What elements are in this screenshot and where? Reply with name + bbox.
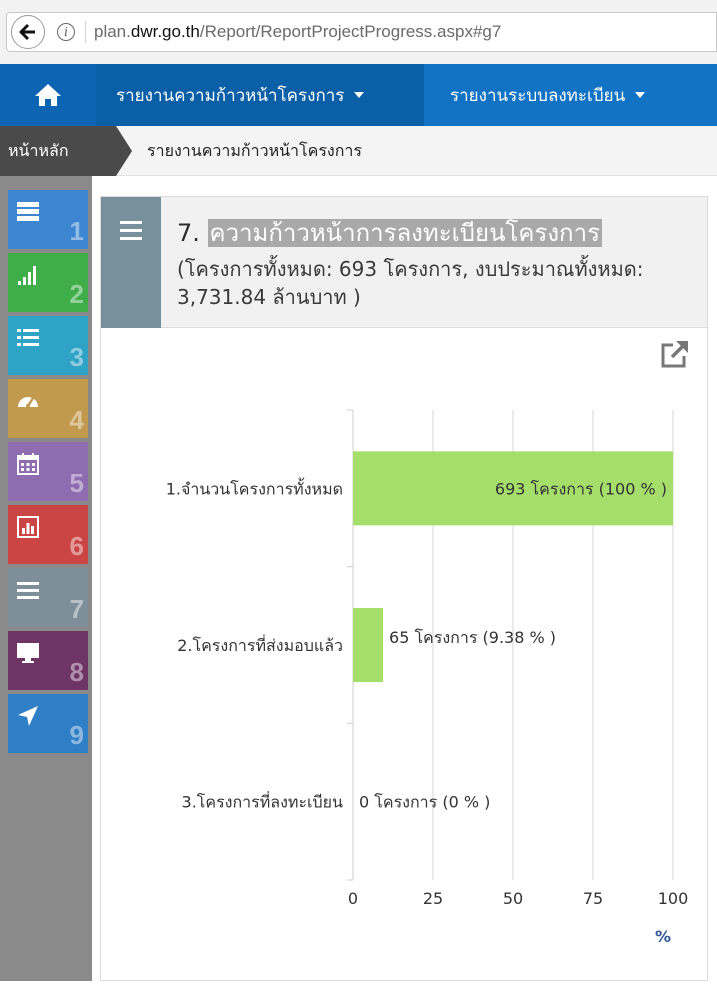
progress-chart: 1.จำนวนโครงการทั้งหมด 693 โครงการ (100 % … bbox=[100, 330, 708, 981]
data-label: 0 โครงการ (0 % ) bbox=[359, 793, 490, 812]
bar bbox=[353, 608, 384, 682]
nav-project-progress-label: รายงานความก้าวหน้าโครงการ bbox=[116, 85, 345, 106]
calendar-icon bbox=[17, 453, 39, 475]
home-icon bbox=[35, 84, 61, 106]
x-tick-label: 25 bbox=[423, 889, 443, 908]
back-arrow-icon bbox=[19, 23, 35, 41]
side-tile-7[interactable]: 7 bbox=[8, 568, 88, 627]
data-label: 693 โครงการ (100 % ) bbox=[495, 479, 667, 498]
panel-title: 7. ความก้าวหน้าการลงทะเบียนโครงการ bbox=[177, 213, 602, 252]
url-path: /Report/ReportProjectProgress.aspx#g7 bbox=[199, 22, 502, 41]
panel-header: 7. ความก้าวหน้าการลงทะเบียนโครงการ (โครง… bbox=[101, 197, 707, 328]
browser-toolbar: i plan.dwr.go.th/Report/ReportProjectPro… bbox=[0, 0, 717, 64]
x-tick-label: 0 bbox=[348, 889, 358, 908]
side-tile-number: 2 bbox=[69, 279, 84, 309]
hamburger-icon bbox=[120, 221, 142, 245]
side-tile-6[interactable]: 6 bbox=[8, 505, 88, 564]
x-tick-label: 75 bbox=[583, 889, 603, 908]
category-label: 1.จำนวนโครงการทั้งหมด bbox=[166, 477, 343, 498]
x-tick-label: 100 bbox=[658, 889, 689, 908]
axis-unit-label: % bbox=[655, 927, 671, 946]
panel-title-text: ความก้าวหน้าการลงทะเบียนโครงการ bbox=[207, 219, 602, 247]
side-tile-number: 3 bbox=[69, 342, 84, 372]
monitor-icon bbox=[17, 643, 39, 663]
url-divider bbox=[85, 21, 86, 43]
side-tile-8[interactable]: 8 bbox=[8, 631, 88, 690]
back-button[interactable] bbox=[11, 15, 45, 49]
address-bar[interactable]: i plan.dwr.go.th/Report/ReportProjectPro… bbox=[6, 12, 717, 52]
side-tile-number: 1 bbox=[69, 216, 84, 246]
url-host: dwr.go.th bbox=[130, 22, 200, 41]
side-tile-9[interactable]: 9 bbox=[8, 694, 88, 753]
panel-title-number: 7. bbox=[177, 219, 200, 247]
breadcrumb-home[interactable]: หน้าหลัก bbox=[0, 126, 116, 176]
side-tile-number: 7 bbox=[69, 594, 84, 624]
list-icon bbox=[17, 329, 39, 346]
location-arrow-icon bbox=[18, 706, 38, 726]
url-text[interactable]: plan.dwr.go.th/Report/ReportProjectProgr… bbox=[94, 22, 501, 42]
server-icon bbox=[17, 202, 39, 221]
side-tile-number: 8 bbox=[69, 657, 84, 687]
home-button[interactable] bbox=[0, 64, 96, 126]
x-tick-label: 50 bbox=[503, 889, 523, 908]
side-tile-2[interactable]: 2 bbox=[8, 253, 88, 312]
panel-subtitle: (โครงการทั้งหมด: 693 โครงการ, งบประมาณทั… bbox=[177, 257, 644, 309]
category-label: 3.โครงการที่ลงทะเบียน bbox=[182, 791, 344, 812]
side-tile-number: 5 bbox=[69, 468, 84, 498]
panel-menu-button[interactable] bbox=[101, 197, 161, 328]
info-icon[interactable]: i bbox=[57, 23, 75, 41]
top-navigation: รายงานความก้าวหน้าโครงการ รายงานระบบลงทะ… bbox=[0, 64, 717, 126]
side-tile-3[interactable]: 3 bbox=[8, 316, 88, 375]
dashboard-icon bbox=[18, 397, 38, 408]
breadcrumb-arrow bbox=[116, 126, 132, 176]
caret-down-icon bbox=[635, 92, 646, 98]
side-tile-number: 9 bbox=[69, 720, 84, 750]
bar-chart-icon bbox=[17, 516, 39, 538]
side-tile-1[interactable]: 1 bbox=[8, 190, 88, 249]
side-menu: 1 2 3 4 5 6 7 8 9 bbox=[0, 176, 92, 981]
category-label: 2.โครงการที่ส่งมอบแล้ว bbox=[177, 634, 343, 655]
url-prefix: plan. bbox=[94, 22, 131, 41]
breadcrumb: หน้าหลัก รายงานความก้าวหน้าโครงการ bbox=[0, 126, 717, 176]
signal-bars-icon bbox=[18, 266, 36, 285]
side-tile-4[interactable]: 4 bbox=[8, 379, 88, 438]
nav-registration-report[interactable]: รายงานระบบลงทะเบียน bbox=[424, 64, 717, 126]
breadcrumb-current: รายงานความก้าวหน้าโครงการ bbox=[147, 140, 362, 160]
side-tile-number: 6 bbox=[69, 531, 84, 561]
bars-icon bbox=[17, 582, 39, 599]
nav-registration-report-label: รายงานระบบลงทะเบียน bbox=[450, 85, 626, 106]
side-tile-number: 4 bbox=[69, 405, 84, 435]
chart-svg: 1.จำนวนโครงการทั้งหมด 693 โครงการ (100 % … bbox=[166, 409, 689, 946]
nav-project-progress[interactable]: รายงานความก้าวหน้าโครงการ bbox=[96, 64, 424, 126]
caret-down-icon bbox=[354, 92, 365, 98]
data-label: 65 โครงการ (9.38 % ) bbox=[389, 628, 556, 647]
side-tile-5[interactable]: 5 bbox=[8, 442, 88, 501]
